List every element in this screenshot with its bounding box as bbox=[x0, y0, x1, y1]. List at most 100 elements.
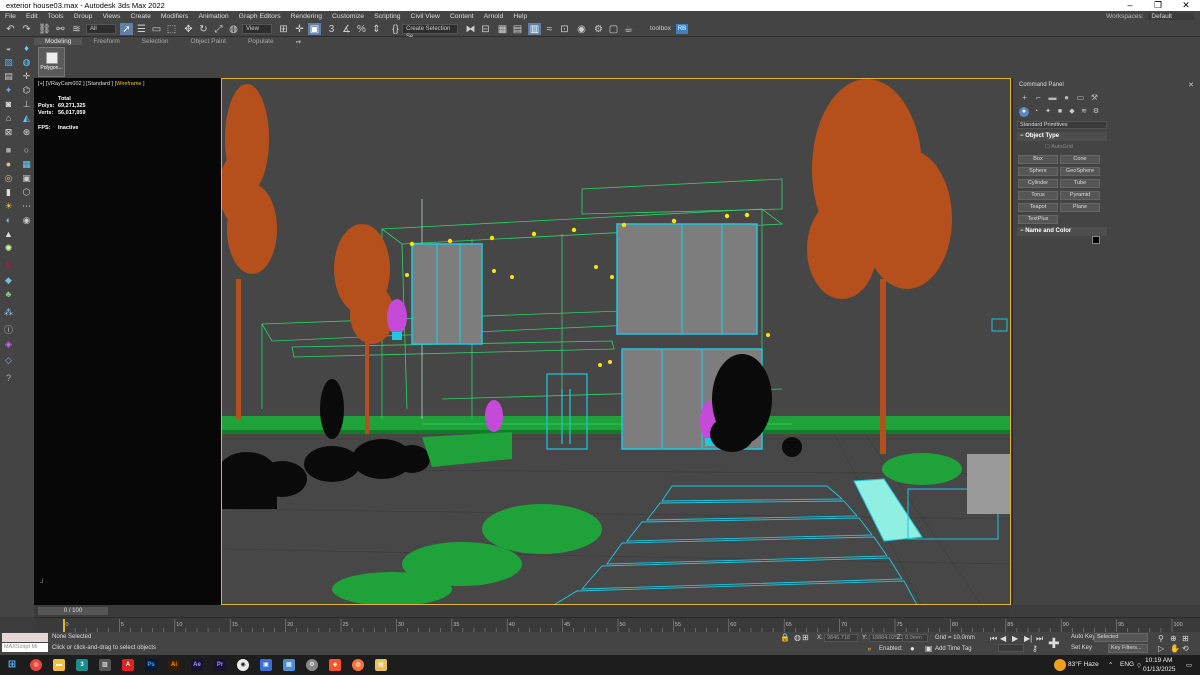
angle-snap-icon[interactable]: ∡ bbox=[340, 23, 353, 35]
zoom-icon[interactable]: ⚲ bbox=[1158, 634, 1164, 643]
command-panel-close-button[interactable]: ✕ bbox=[1188, 81, 1194, 89]
move-tool-icon[interactable]: ✛ bbox=[21, 71, 32, 81]
menu-scripting[interactable]: Scripting bbox=[369, 13, 405, 20]
time-slider-thumb[interactable]: 0 / 100 bbox=[38, 607, 108, 615]
list-icon[interactable]: ▤ bbox=[3, 71, 14, 81]
pan-icon[interactable]: ✋ bbox=[1170, 644, 1180, 653]
restore-button[interactable]: ❐ bbox=[1144, 0, 1172, 11]
toolbox-label[interactable]: toolbox bbox=[650, 25, 671, 32]
notifications-icon[interactable]: ▭ bbox=[1186, 661, 1192, 669]
acrobat-icon[interactable]: A bbox=[122, 659, 134, 671]
cameras-category-icon[interactable]: ■ bbox=[1055, 107, 1065, 117]
calculator-icon[interactable]: ▦ bbox=[283, 659, 295, 671]
create-tab-icon[interactable]: + bbox=[1019, 92, 1030, 103]
geometry-category-icon[interactable]: ● bbox=[1019, 107, 1029, 117]
viewport-label-wireframe[interactable]: [Wireframe ] bbox=[115, 81, 145, 87]
firefox-icon[interactable]: ◍ bbox=[352, 659, 364, 671]
tab-modeling[interactable]: Modeling bbox=[34, 38, 83, 45]
info-icon[interactable]: ⓘ bbox=[3, 325, 14, 335]
photometric-icon[interactable]: ◍ bbox=[21, 57, 32, 67]
place-icon[interactable]: ◍ bbox=[227, 23, 240, 35]
textplus-button[interactable]: TextPlus bbox=[1018, 215, 1058, 224]
cylinder-icon[interactable]: ▮ bbox=[3, 187, 14, 197]
select-object-icon[interactable]: ➚ bbox=[120, 23, 133, 35]
sun-icon[interactable]: ☀ bbox=[3, 201, 14, 211]
tab-object-paint[interactable]: Object Paint bbox=[180, 38, 237, 45]
select-by-name-icon[interactable]: ☰ bbox=[135, 23, 148, 35]
time-slider[interactable]: 0 / 100 bbox=[34, 606, 1010, 616]
key-filters-button[interactable]: Key Filters... bbox=[1108, 644, 1148, 653]
primitives-dropdown[interactable]: Standard Primitives bbox=[1017, 121, 1107, 129]
spacewarp-icon[interactable]: ⊠ bbox=[3, 127, 14, 137]
plane-button[interactable]: Plane bbox=[1060, 203, 1100, 212]
tube-button[interactable]: Tube bbox=[1060, 179, 1100, 188]
auto-key-button[interactable]: Auto Key bbox=[1071, 634, 1095, 640]
question-icon[interactable]: ? bbox=[3, 373, 14, 383]
menu-content[interactable]: Content bbox=[445, 13, 479, 20]
shapes-category-icon[interactable]: ◔ bbox=[1031, 107, 1041, 117]
clock-time[interactable]: 10:19 AM bbox=[1145, 657, 1172, 664]
pin-icon[interactable]: ⊥ bbox=[21, 99, 32, 109]
menu-tools[interactable]: Tools bbox=[43, 13, 69, 20]
add-time-tag[interactable]: Add Time Tag bbox=[935, 646, 972, 652]
water-icon[interactable]: ◭ bbox=[21, 113, 32, 123]
go-to-end-icon[interactable]: ⏭ bbox=[1036, 634, 1043, 644]
set-key-icon[interactable]: ✚ bbox=[1048, 635, 1060, 652]
box-button[interactable]: Box bbox=[1018, 155, 1058, 164]
systems-category-icon[interactable]: ⚙ bbox=[1091, 107, 1101, 117]
chrome-icon[interactable]: ◎ bbox=[30, 659, 42, 671]
cloth-icon[interactable]: ⊛ bbox=[21, 127, 32, 137]
geosphere-icon[interactable]: ✺ bbox=[3, 243, 14, 253]
redo-icon[interactable]: ↷ bbox=[20, 23, 33, 35]
obs-icon[interactable]: ◉ bbox=[237, 659, 249, 671]
move-pivot-icon[interactable]: ✛ bbox=[293, 23, 306, 35]
menu-group[interactable]: Group bbox=[69, 13, 98, 20]
toggle-layer-explorer-icon[interactable]: ▤ bbox=[511, 23, 524, 35]
rotate-icon[interactable]: ↻ bbox=[197, 23, 210, 35]
autogrid-checkbox[interactable]: ☐ AutoGrid bbox=[1045, 144, 1073, 150]
absolute-mode-icon[interactable]: ⊞ bbox=[802, 633, 809, 642]
z-coord-field[interactable]: 0.0mm bbox=[902, 634, 928, 642]
teams-icon[interactable]: ▣ bbox=[260, 659, 272, 671]
key-mode-icon[interactable]: ⚷ bbox=[1032, 644, 1038, 653]
grid-tool-icon[interactable]: ▦ bbox=[21, 159, 32, 169]
keyboard-shortcut-toggle-icon[interactable]: ▣ bbox=[308, 23, 321, 35]
script-icon[interactable]: ◇ bbox=[3, 355, 14, 365]
polygon-modeling-panel[interactable]: Polygon... bbox=[38, 47, 65, 77]
menu-edit[interactable]: Edit bbox=[21, 13, 43, 20]
maxscript-listener-output[interactable] bbox=[2, 633, 48, 642]
main-viewport[interactable] bbox=[221, 78, 1011, 605]
file-explorer-icon[interactable]: ▬ bbox=[53, 659, 65, 671]
time-tag-icon[interactable]: ▣ bbox=[925, 644, 933, 653]
cylinder-button[interactable]: Cylinder bbox=[1018, 179, 1058, 188]
spinner-snap-icon[interactable]: ⇕ bbox=[370, 23, 383, 35]
windows-start-icon[interactable]: ⊞ bbox=[6, 659, 18, 671]
maxscript-mini-listener[interactable]: MAXScript Mi bbox=[2, 643, 48, 652]
tree-icon[interactable]: ♣ bbox=[3, 289, 14, 299]
x-coord-field[interactable]: 9846.718 bbox=[824, 634, 858, 642]
language-indicator[interactable]: ENG bbox=[1120, 661, 1134, 668]
light-bulb-icon[interactable]: ♦ bbox=[21, 43, 32, 53]
render-production-icon[interactable]: ☕ bbox=[622, 23, 635, 35]
after-effects-icon[interactable]: Ae bbox=[191, 659, 203, 671]
percent-snap-icon[interactable]: % bbox=[355, 23, 368, 35]
brave-icon[interactable]: ◈ bbox=[329, 659, 341, 671]
sphere-button[interactable]: Sphere bbox=[1018, 167, 1058, 176]
viewport-label-camera[interactable]: [+] [VRayCam002 ] [Standard ] bbox=[38, 81, 113, 87]
curve-editor-icon[interactable]: ≈ bbox=[543, 23, 556, 35]
scale-icon[interactable]: ⤢ bbox=[212, 23, 225, 35]
menu-customize[interactable]: Customize bbox=[327, 13, 369, 20]
modify-tab-icon[interactable]: ⌐ bbox=[1033, 92, 1044, 103]
wifi-icon[interactable]: ⌔ bbox=[1136, 661, 1142, 670]
enabled-toggle-icon[interactable]: ● bbox=[910, 644, 915, 653]
name-and-color-rollout[interactable]: − Name and Color bbox=[1017, 227, 1107, 236]
ribbon-options-icon[interactable]: ▪▾ bbox=[285, 38, 313, 46]
pivot-center-icon[interactable]: ⊞ bbox=[277, 23, 290, 35]
isolate-icon[interactable]: ◍ bbox=[794, 633, 801, 642]
ring-icon[interactable]: ○ bbox=[21, 145, 32, 155]
material-icon[interactable]: ◆ bbox=[3, 275, 14, 285]
schematic-view-icon[interactable]: ⊡ bbox=[558, 23, 571, 35]
minimize-button[interactable]: – bbox=[1116, 0, 1144, 11]
shape-tool-icon[interactable]: ⬡ bbox=[21, 187, 32, 197]
zoom-all-icon[interactable]: ⊕ bbox=[1170, 634, 1177, 643]
